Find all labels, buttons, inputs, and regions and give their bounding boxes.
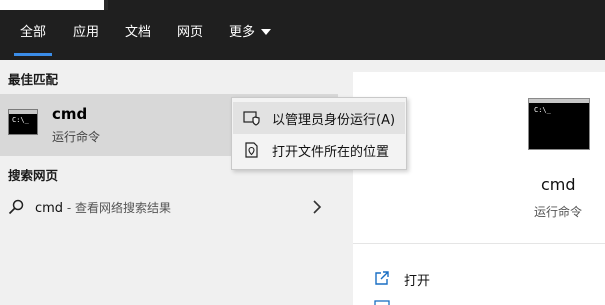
next-action-icon bbox=[374, 300, 390, 305]
command-prompt-icon: C:\_ bbox=[8, 109, 38, 135]
best-match-heading: 最佳匹配 bbox=[8, 72, 59, 87]
tab-web-label: 网页 bbox=[177, 25, 204, 40]
admin-shield-icon bbox=[243, 111, 260, 126]
chevron-down-icon bbox=[261, 28, 272, 35]
context-menu: 以管理员身份运行(A) 打开文件所在的位置 bbox=[231, 97, 407, 170]
tab-apps[interactable]: 应用 bbox=[73, 10, 99, 60]
tab-all-label: 全部 bbox=[20, 25, 47, 40]
tab-all[interactable]: 全部 bbox=[13, 10, 53, 60]
search-box-edge[interactable] bbox=[0, 0, 104, 10]
web-search-item[interactable]: cmd - 查看网络搜索结果 bbox=[0, 193, 338, 223]
web-search-heading: 搜索网页 bbox=[8, 168, 59, 183]
open-action-label: 打开 bbox=[404, 274, 431, 289]
menu-item-open-file-location[interactable]: 打开文件所在的位置 bbox=[233, 134, 405, 166]
web-search-text: cmd - 查看网络搜索结果 bbox=[35, 199, 171, 216]
search-box-divider bbox=[104, 0, 108, 10]
web-search-query: cmd bbox=[35, 201, 64, 216]
details-subtitle: 运行命令 bbox=[534, 205, 583, 219]
tab-apps-label: 应用 bbox=[73, 25, 100, 40]
tab-documents[interactable]: 文档 bbox=[125, 10, 151, 60]
best-match-name: cmd bbox=[52, 105, 88, 123]
search-box-strip bbox=[0, 0, 605, 10]
search-icon bbox=[8, 199, 24, 215]
tab-documents-label: 文档 bbox=[125, 25, 152, 40]
search-tab-bar: 全部 应用 文档 网页 更多 bbox=[0, 10, 605, 60]
tab-web[interactable]: 网页 bbox=[177, 10, 203, 60]
best-match-subtitle: 运行命令 bbox=[52, 130, 101, 144]
chevron-right-icon[interactable] bbox=[311, 199, 323, 215]
details-divider bbox=[353, 243, 605, 244]
tab-more[interactable]: 更多 bbox=[229, 10, 272, 60]
open-icon bbox=[375, 271, 389, 285]
menu-item-open-file-location-label: 打开文件所在的位置 bbox=[272, 145, 390, 160]
details-name: cmd bbox=[541, 175, 576, 194]
web-search-suffix: - 查看网络搜索结果 bbox=[63, 201, 172, 215]
file-location-icon bbox=[245, 142, 258, 158]
menu-item-run-as-admin[interactable]: 以管理员身份运行(A) bbox=[233, 102, 405, 134]
command-prompt-large-icon: C:\_ bbox=[528, 98, 590, 150]
menu-item-run-as-admin-label: 以管理员身份运行(A) bbox=[272, 113, 396, 128]
tab-more-label: 更多 bbox=[229, 25, 256, 40]
